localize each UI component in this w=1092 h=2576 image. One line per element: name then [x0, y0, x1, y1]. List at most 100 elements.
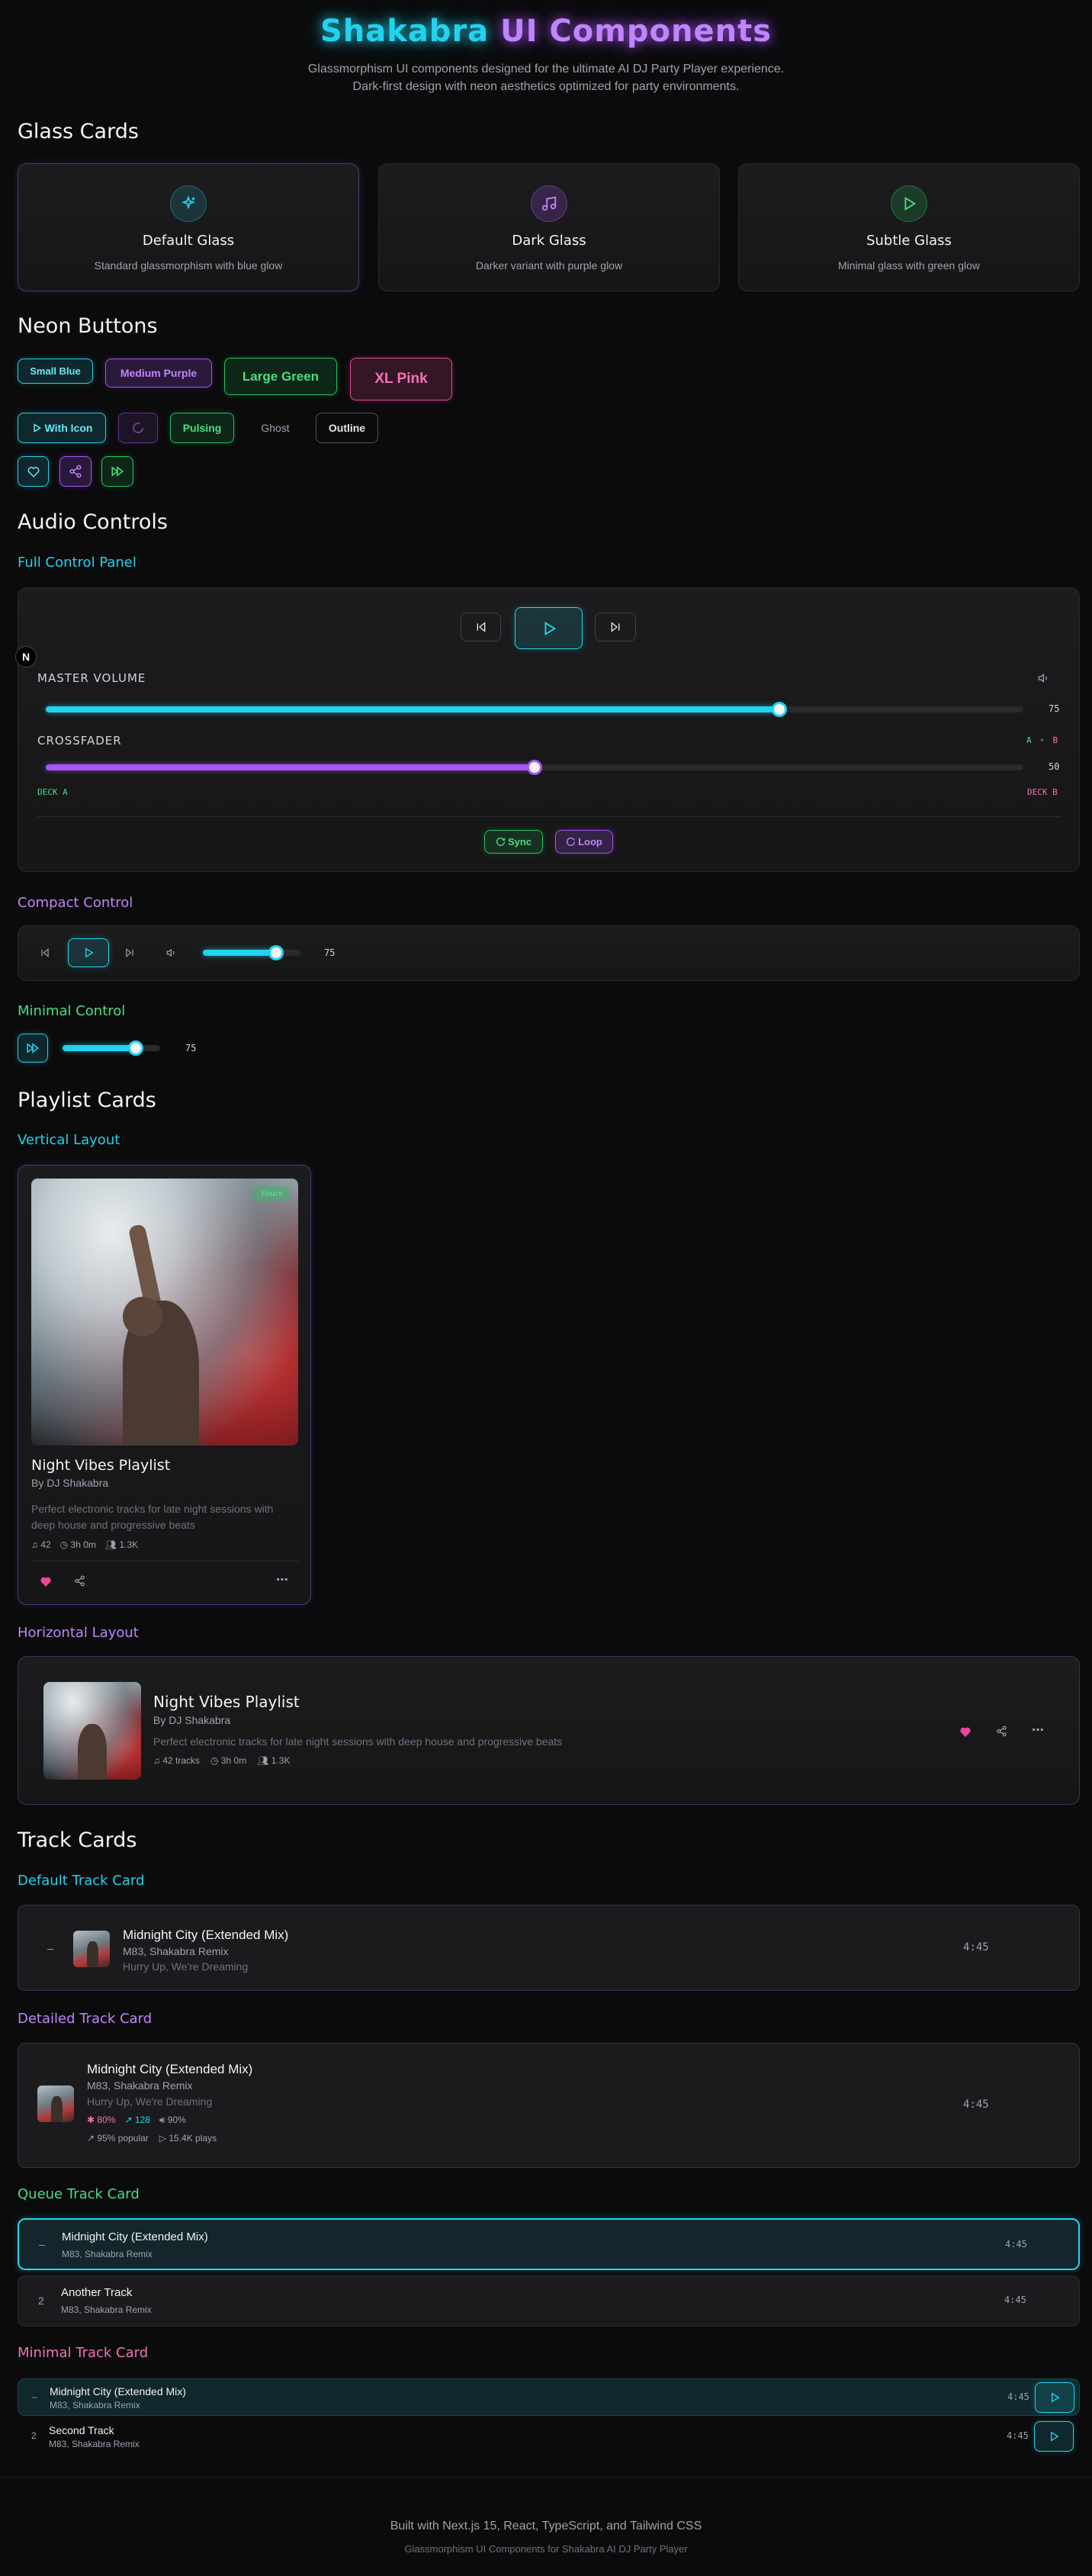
- playlist-cover-image: Yours: [31, 1179, 298, 1446]
- track-number: –: [32, 2391, 37, 2402]
- bpm-value: 128: [134, 2115, 150, 2125]
- ab-a: A: [1026, 735, 1032, 745]
- tracks-meta: ♫ 42: [31, 1539, 51, 1550]
- playlist-card-vertical[interactable]: Yours Night Vibes Playlist By DJ Shakabr…: [18, 1165, 311, 1605]
- cover-figure-body: [78, 1724, 107, 1780]
- card-title: Default Glass: [142, 233, 235, 249]
- heart-icon: [27, 467, 39, 478]
- track-stats: ↗ 95% popular ▷ 15.4K plays: [87, 2133, 217, 2143]
- more-icon[interactable]: ⋯: [276, 1572, 288, 1587]
- next-button[interactable]: [595, 613, 636, 642]
- spinner-icon: [133, 423, 143, 433]
- track-number: 2: [38, 2295, 44, 2307]
- play-icon: [891, 185, 927, 222]
- music-note-icon: ♫: [153, 1755, 160, 1766]
- card-desc: Minimal glass with green glow: [838, 259, 980, 272]
- track-duration: 4:45: [963, 1941, 989, 1954]
- track-duration: 4:45: [1007, 2430, 1029, 2441]
- slider-handle[interactable]: [128, 1040, 143, 1056]
- glass-card-dark[interactable]: Dark Glass Darker variant with purple gl…: [378, 163, 720, 291]
- small-blue-button[interactable]: Small Blue: [18, 359, 93, 384]
- more-icon[interactable]: ⋯: [1032, 1722, 1044, 1738]
- card-title: Dark Glass: [512, 233, 586, 249]
- music-note-icon: [531, 185, 567, 222]
- popularity-value: 95% popular: [97, 2133, 149, 2143]
- with-icon-button[interactable]: With Icon: [18, 413, 106, 443]
- track-play-button[interactable]: [1034, 2421, 1074, 2452]
- track-card-detailed[interactable]: Midnight City (Extended Mix) M83, Shakab…: [18, 2043, 1080, 2168]
- loading-button[interactable]: [118, 413, 158, 443]
- heart-icon[interactable]: [959, 1725, 972, 1738]
- cover-figure-head: [123, 1297, 162, 1336]
- track-artist: M83, Shakabra Remix: [123, 1945, 229, 1957]
- glass-card-subtle[interactable]: Subtle Glass Minimal glass with green gl…: [738, 163, 1080, 291]
- medium-purple-button[interactable]: Medium Purple: [105, 359, 212, 388]
- play-button[interactable]: [515, 607, 583, 649]
- heart-icon[interactable]: [40, 1575, 52, 1587]
- volume-icon: [1038, 672, 1050, 684]
- playlist-meta: ♫ 42 tracks ◷ 3h 0m 👥︎ 1.3K: [153, 1755, 290, 1766]
- master-volume-value: 75: [1049, 703, 1060, 714]
- share-icon[interactable]: [74, 1575, 85, 1587]
- play-icon: ▷: [159, 2133, 167, 2143]
- track-card-default[interactable]: – Midnight City (Extended Mix) M83, Shak…: [18, 1905, 1080, 1991]
- subheading-horizontal-layout: Horizontal Layout: [18, 1625, 139, 1641]
- playlist-card-horizontal[interactable]: Night Vibes Playlist By DJ Shakabra Perf…: [18, 1656, 1080, 1805]
- share-icon-button[interactable]: [59, 456, 92, 487]
- heart-icon-button[interactable]: [18, 456, 49, 487]
- fast-forward-icon-button[interactable]: [101, 456, 133, 487]
- title-rest: UI Components: [500, 14, 772, 49]
- playlist-title: Night Vibes Playlist: [153, 1693, 300, 1711]
- slider-handle[interactable]: [268, 945, 284, 960]
- track-artwork: [73, 1931, 110, 1967]
- sync-button[interactable]: Sync: [484, 830, 543, 854]
- queue-track-active[interactable]: – Midnight City (Extended Mix) M83, Shak…: [18, 2218, 1080, 2270]
- minimal-track[interactable]: 2 Second Track M83, Shakabra Remix 4:45: [18, 2418, 1080, 2455]
- large-green-button[interactable]: Large Green: [224, 358, 337, 395]
- compact-volume-slider[interactable]: [203, 945, 300, 960]
- share-icon[interactable]: [996, 1725, 1007, 1737]
- crossfader-value: 50: [1049, 761, 1060, 772]
- music-note-icon: ♫: [31, 1539, 38, 1550]
- section-heading-tracks: Track Cards: [18, 1828, 137, 1852]
- xl-pink-button[interactable]: XL Pink: [350, 358, 452, 400]
- nextjs-badge-icon[interactable]: N: [15, 646, 37, 667]
- popularity-meta: ↗ 95% popular: [87, 2133, 149, 2143]
- loop-button[interactable]: Loop: [555, 830, 613, 854]
- followers: 1.3K: [271, 1755, 291, 1766]
- ghost-button[interactable]: Ghost: [246, 413, 305, 443]
- compact-play-button[interactable]: [68, 938, 109, 967]
- playlist-author: By DJ Shakabra: [31, 1477, 109, 1489]
- duration: 3h 0m: [220, 1755, 247, 1766]
- subheading-queue-track: Queue Track Card: [18, 2186, 140, 2202]
- track-artist: M83, Shakabra Remix: [50, 2400, 140, 2410]
- plays-meta: ▷ 15.4K plays: [159, 2133, 217, 2143]
- track-title: Midnight City (Extended Mix): [123, 1928, 289, 1942]
- track-play-button[interactable]: [1035, 2382, 1074, 2413]
- tracks-count: 42: [40, 1539, 51, 1550]
- subtitle-line-2: Dark-first design with neon aesthetics o…: [352, 80, 740, 93]
- skip-back-icon[interactable]: [40, 947, 50, 958]
- glass-card-default[interactable]: Default Glass Standard glassmorphism wit…: [18, 163, 359, 291]
- deck-a-label: DECK A: [37, 787, 68, 797]
- master-volume-slider[interactable]: [46, 702, 1023, 717]
- minimal-play-button[interactable]: [18, 1034, 48, 1063]
- pulsing-button[interactable]: Pulsing: [170, 413, 234, 443]
- minimal-track-active[interactable]: – Midnight City (Extended Mix) M83, Shak…: [18, 2378, 1080, 2416]
- play-icon: [1051, 2431, 1059, 2442]
- loudness-meta: 🔊︎ 90%: [159, 2115, 186, 2126]
- minimal-volume-slider[interactable]: [63, 1040, 160, 1056]
- slider-handle[interactable]: [771, 702, 787, 717]
- subheading-vertical-layout: Vertical Layout: [18, 1132, 120, 1148]
- track-number: –: [47, 1942, 53, 1954]
- clock-icon: ◷: [59, 1539, 69, 1550]
- previous-button[interactable]: [461, 613, 501, 642]
- slider-handle[interactable]: [527, 760, 542, 775]
- queue-track[interactable]: 2 Another Track M83, Shakabra Remix 4:45: [18, 2275, 1080, 2327]
- track-title: Second Track: [49, 2424, 114, 2436]
- track-artist: M83, Shakabra Remix: [62, 2249, 153, 2259]
- crossfader-slider[interactable]: [46, 760, 1023, 775]
- outline-button[interactable]: Outline: [316, 413, 378, 443]
- skip-forward-icon[interactable]: [124, 947, 135, 958]
- slider-fill: [203, 950, 276, 956]
